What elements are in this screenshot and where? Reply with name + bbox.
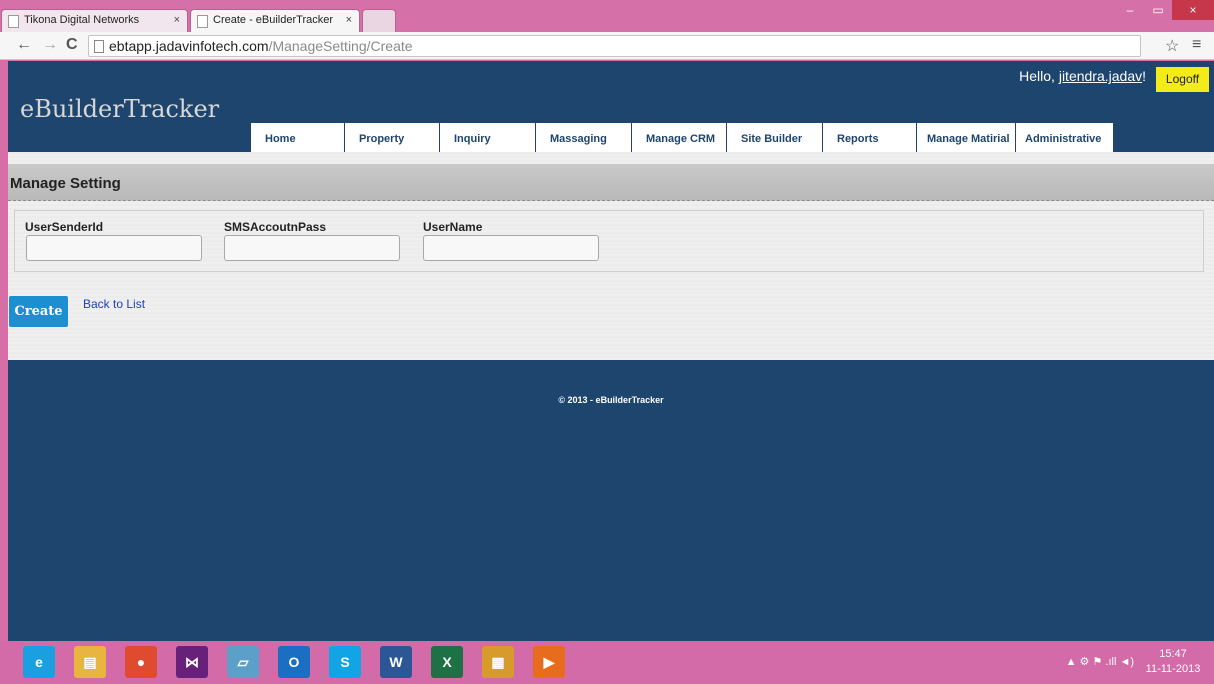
menu-item-massaging[interactable]: Massaging <box>536 123 632 152</box>
internet-explorer-icon[interactable]: e <box>23 646 55 678</box>
back-icon[interactable]: ← <box>16 36 32 54</box>
minimize-icon[interactable]: – <box>1116 0 1144 20</box>
page-title-bar: Manage Setting <box>8 164 1214 201</box>
copyright-text: © 2013 - eBuilderTracker <box>558 395 664 405</box>
excel-icon[interactable]: X <box>431 646 463 678</box>
url-path: /ManageSetting/Create <box>268 38 413 54</box>
media-player-icon[interactable]: ▶ <box>533 646 565 678</box>
page-info-icon[interactable] <box>94 40 104 53</box>
page-viewport: eBuilderTracker Hello, jitendra.jadav! L… <box>8 61 1214 641</box>
site-footer: © 2013 - eBuilderTracker <box>8 360 1214 641</box>
menu-item-manage-matirial[interactable]: Manage Matirial <box>917 123 1016 152</box>
menu-item-site-builder[interactable]: Site Builder <box>727 123 823 152</box>
site-header: eBuilderTracker Hello, jitendra.jadav! L… <box>8 61 1214 152</box>
menu-item-administrative[interactable]: Administrative <box>1016 123 1114 152</box>
notepad-icon[interactable]: ▱ <box>227 646 259 678</box>
create-button[interactable]: Create <box>9 296 68 327</box>
sms-account-pass-label: SMSAccoutnPass <box>224 220 327 234</box>
paint-icon[interactable]: ▦ <box>482 646 514 678</box>
file-explorer-icon[interactable]: ▤ <box>74 646 106 678</box>
site-logo[interactable]: eBuilderTracker <box>20 95 219 123</box>
tab-tikona[interactable]: Tikona Digital Networks × <box>1 9 188 32</box>
close-window-icon[interactable]: × <box>1172 0 1214 20</box>
main-menu: Home Property Inquiry Massaging Manage C… <box>251 123 1114 152</box>
user-sender-id-label: UserSenderId <box>25 220 104 234</box>
tab-title: Create - eBuilderTracker <box>213 14 334 26</box>
word-icon[interactable]: W <box>380 646 412 678</box>
user-sender-id-input[interactable] <box>26 235 202 261</box>
menu-item-manage-crm[interactable]: Manage CRM <box>632 123 727 152</box>
close-icon[interactable]: × <box>174 14 180 26</box>
forward-icon[interactable]: → <box>42 36 58 54</box>
clock-time: 15:47 <box>1159 648 1187 660</box>
browser-toolbar: ← → C ebtapp.jadavinfotech.com/ManageSet… <box>0 32 1214 60</box>
menu-item-property[interactable]: Property <box>345 123 440 152</box>
logoff-button[interactable]: Logoff <box>1156 67 1209 92</box>
skype-icon[interactable]: S <box>329 646 361 678</box>
visual-studio-icon[interactable]: ⋈ <box>176 646 208 678</box>
main-content: Manage Setting UserSenderId SMSAccoutnPa… <box>8 152 1214 360</box>
greeting-prefix: Hello, <box>1019 68 1059 84</box>
new-tab-button[interactable] <box>362 9 396 32</box>
menu-item-inquiry[interactable]: Inquiry <box>440 123 536 152</box>
windows-taskbar: e ▤ ● ⋈ ▱ O S W X ▦ ▶ ▲ ⚙ ⚑ .ıll ◄) 15:47 11-11-20… <box>0 641 1214 684</box>
maximize-icon[interactable]: ▭ <box>1144 0 1172 20</box>
chrome-icon[interactable]: ● <box>125 646 157 678</box>
tab-create[interactable]: Create - eBuilderTracker × <box>190 9 360 32</box>
browser-tabstrip: Tikona Digital Networks × Create - eBuil… <box>0 0 1214 32</box>
address-bar[interactable]: ebtapp.jadavinfotech.com/ManageSetting/C… <box>88 35 1141 57</box>
reload-icon[interactable]: C <box>66 36 78 54</box>
user-greeting: Hello, jitendra.jadav! <box>1019 68 1146 84</box>
tab-title: Tikona Digital Networks <box>24 14 140 26</box>
back-to-list-link[interactable]: Back to List <box>83 297 145 311</box>
system-tray[interactable]: ▲ ⚙ ⚑ .ıll ◄) <box>1066 655 1134 668</box>
settings-fieldset: UserSenderId SMSAccoutnPass UserName <box>14 210 1204 272</box>
close-icon[interactable]: × <box>346 14 352 26</box>
greeting-suffix: ! <box>1142 68 1146 84</box>
bookmark-star-icon[interactable]: ☆ <box>1165 36 1179 56</box>
page-icon <box>197 15 208 28</box>
username-input[interactable] <box>423 235 599 261</box>
menu-item-reports[interactable]: Reports <box>823 123 917 152</box>
page-title: Manage Setting <box>10 175 121 192</box>
outlook-icon[interactable]: O <box>278 646 310 678</box>
browser-menu-icon[interactable]: ≡ <box>1192 36 1201 54</box>
page-icon <box>8 15 19 28</box>
sms-account-pass-input[interactable] <box>224 235 400 261</box>
username-link[interactable]: jitendra.jadav <box>1059 68 1142 84</box>
window-controls: – ▭ × <box>1116 0 1214 22</box>
clock-date: 11-11-2013 <box>1145 663 1201 675</box>
menu-item-home[interactable]: Home <box>251 123 345 152</box>
taskbar-clock[interactable]: 15:47 11-11-2013 <box>1142 647 1204 677</box>
url-host: ebtapp.jadavinfotech.com <box>109 38 269 54</box>
username-label: UserName <box>423 220 483 234</box>
